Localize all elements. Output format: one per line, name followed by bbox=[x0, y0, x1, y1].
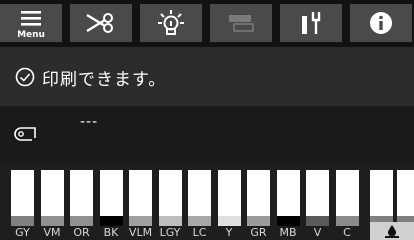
ink-level-fill bbox=[335, 216, 359, 226]
ink-label: VLM bbox=[128, 226, 153, 239]
ink-label: GY bbox=[15, 226, 30, 239]
menu-button[interactable]: Menu bbox=[0, 4, 62, 42]
ink-label: LGY bbox=[159, 226, 181, 239]
ink-level-fill bbox=[70, 216, 93, 226]
ink-cartridge-vlm bbox=[129, 170, 152, 226]
ink-label: V bbox=[313, 226, 322, 239]
ink-drop-icon bbox=[370, 222, 414, 240]
ink-level-fill bbox=[247, 216, 270, 226]
maintenance-box-2 bbox=[397, 170, 414, 226]
ink-cartridge-y bbox=[217, 170, 241, 226]
ink-level-fill bbox=[129, 216, 152, 226]
ink-label: LC bbox=[192, 226, 207, 239]
ink-label: VM bbox=[43, 226, 61, 239]
ink-cartridge-v bbox=[306, 170, 329, 226]
layout-button[interactable] bbox=[210, 4, 272, 42]
ink-level-fill bbox=[11, 216, 34, 226]
ink-level-fill bbox=[99, 216, 123, 226]
ink-level-fill bbox=[40, 216, 64, 226]
ink-cartridge-gr bbox=[247, 170, 270, 226]
ink-cartridge-lc bbox=[188, 170, 211, 226]
ink-cartridge-vm bbox=[40, 170, 64, 226]
ink-level-fill bbox=[158, 216, 182, 226]
ink-label: Y bbox=[225, 226, 233, 239]
status-message: 印刷できます。 bbox=[42, 70, 167, 90]
maintenance-button[interactable] bbox=[280, 4, 342, 42]
check-circle-icon bbox=[15, 67, 35, 87]
maintenance-box bbox=[370, 170, 393, 226]
ink-level-fill bbox=[188, 216, 211, 226]
ink-cartridge-or bbox=[70, 170, 93, 226]
paper-info[interactable]: --- bbox=[0, 106, 414, 164]
paper-roll-icon bbox=[14, 127, 36, 141]
ink-label: MB bbox=[279, 226, 297, 239]
info-icon bbox=[370, 12, 392, 34]
tools-icon bbox=[302, 12, 321, 34]
ink-label: C bbox=[343, 226, 351, 239]
ink-levels[interactable]: GY VM OR BK VLM LGY LC Y GR MB V C bbox=[0, 164, 414, 240]
status-area: 印刷できます。 bbox=[0, 47, 414, 106]
scissors-icon bbox=[86, 13, 113, 33]
ink-cartridge-c bbox=[335, 170, 359, 226]
menu-label: Menu bbox=[17, 30, 45, 40]
toolbar: Menu bbox=[0, 0, 414, 47]
menu-icon bbox=[21, 11, 41, 26]
layout-icon bbox=[229, 15, 254, 32]
ink-level-fill bbox=[276, 216, 300, 226]
ink-label: BK bbox=[103, 226, 119, 239]
ink-cartridge-lgy bbox=[158, 170, 182, 226]
ink-cartridge-mb bbox=[276, 170, 300, 226]
paper-value: --- bbox=[80, 114, 99, 130]
info-button[interactable] bbox=[350, 4, 412, 42]
ink-label: OR bbox=[73, 226, 90, 239]
ink-level-fill bbox=[217, 216, 241, 226]
cut-button[interactable] bbox=[70, 4, 132, 42]
ink-level-fill bbox=[306, 216, 329, 226]
light-button[interactable] bbox=[140, 4, 202, 42]
ink-label: GR bbox=[250, 226, 267, 239]
lamp-icon bbox=[158, 10, 184, 35]
ink-cartridge-gy bbox=[11, 170, 34, 226]
ink-cartridge-bk bbox=[99, 170, 123, 226]
